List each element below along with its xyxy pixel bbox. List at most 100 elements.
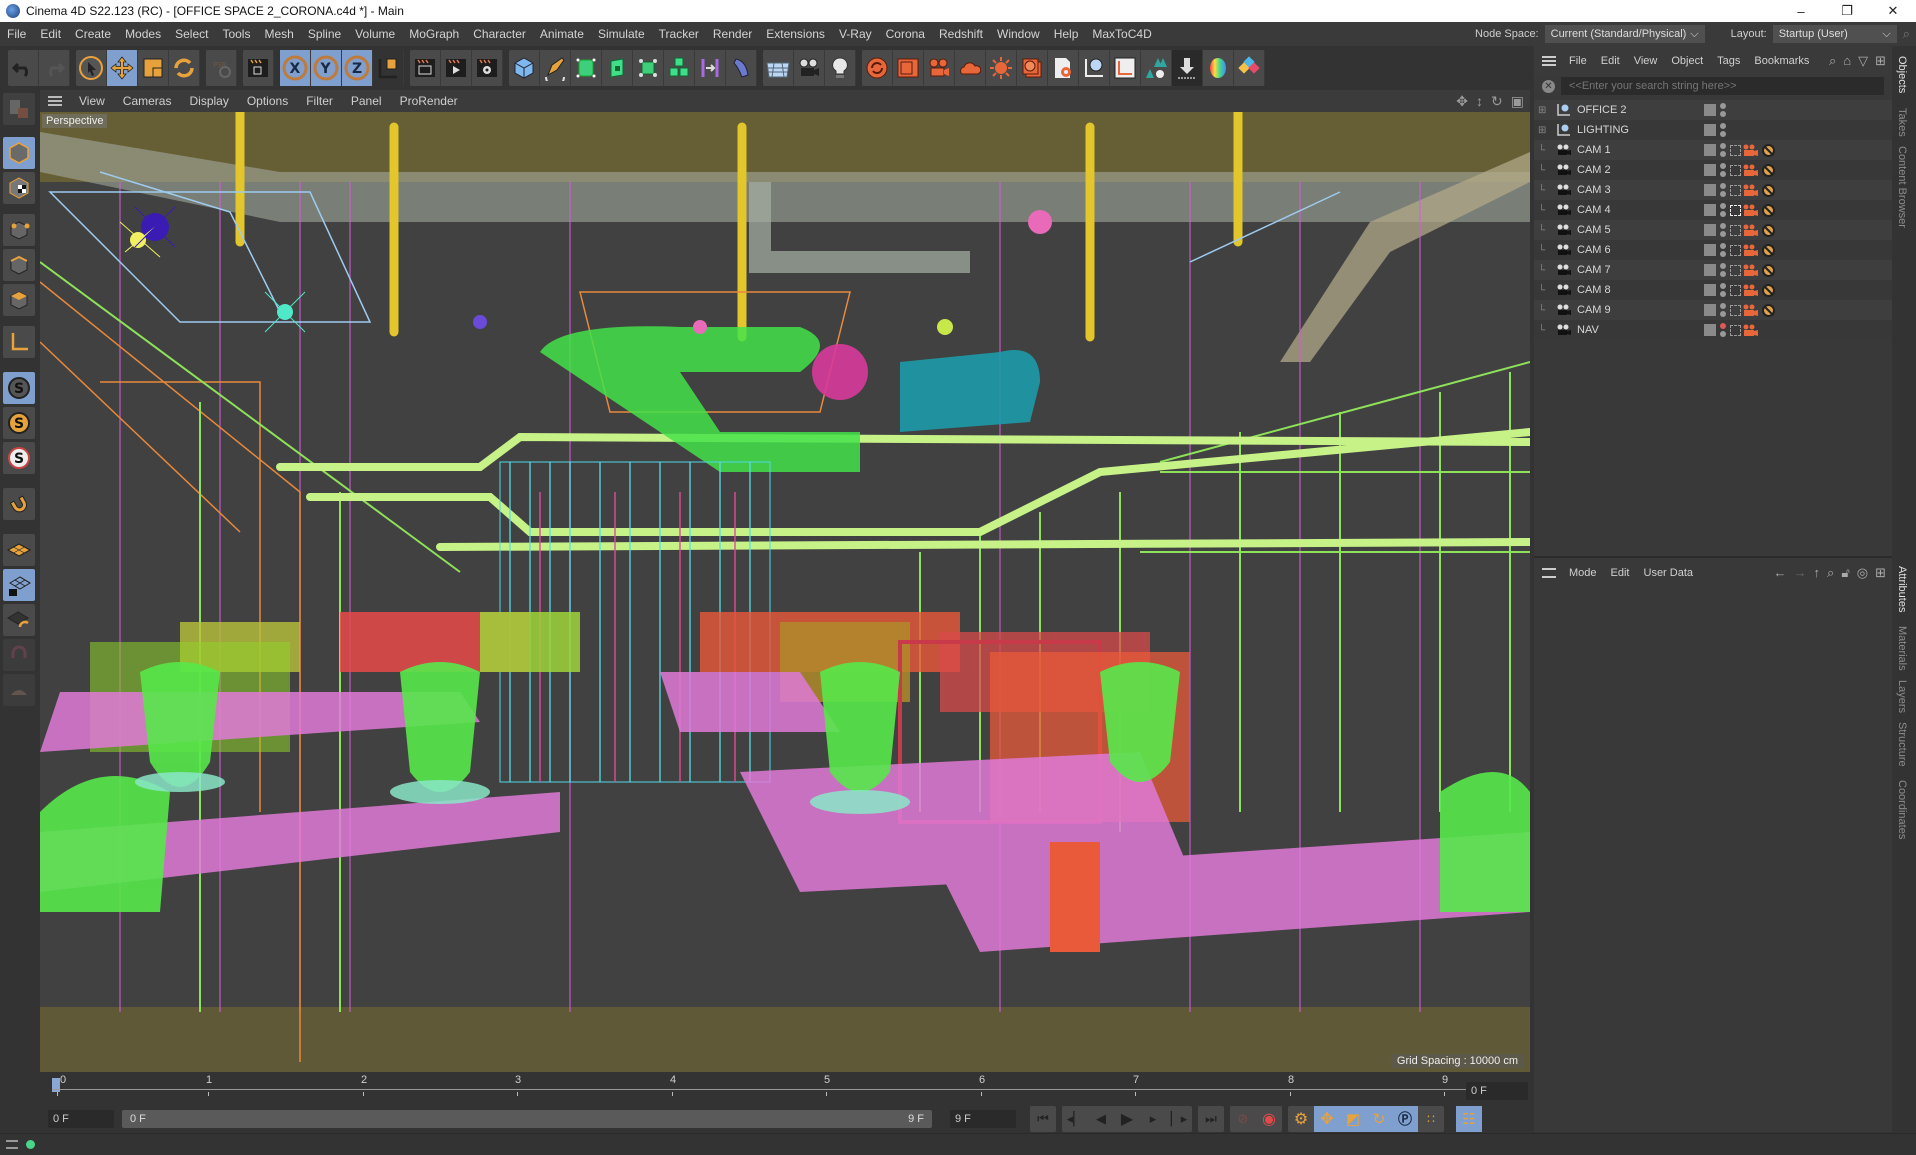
visibility-dots[interactable] [1720, 103, 1726, 117]
solo-single-button[interactable]: S [3, 407, 35, 439]
lock-icon[interactable]: 🔓︎ [1841, 565, 1849, 581]
visibility-dots[interactable] [1720, 143, 1726, 157]
layout-dropdown[interactable]: Startup (User) ⌵ [1772, 25, 1897, 43]
edges-mode-button[interactable] [3, 249, 35, 281]
workplane-button[interactable] [3, 534, 35, 566]
menu-select[interactable]: Select [168, 27, 215, 41]
tab-objects[interactable]: Objects [1896, 56, 1908, 93]
corona-camera-tag-icon[interactable] [1742, 204, 1759, 216]
coordinate-system-button[interactable] [373, 50, 404, 86]
param-key-button[interactable]: Ⓟ [1392, 1106, 1418, 1132]
restore-button[interactable]: ❐ [1824, 0, 1870, 22]
expand-toggle-icon[interactable]: ⊞ [1534, 125, 1556, 136]
corona-camera-tag-icon[interactable] [1742, 144, 1759, 156]
object-row-cam-6[interactable]: └ CAM 6 [1534, 240, 1892, 260]
object-manager-menu-icon[interactable] [1542, 56, 1556, 66]
home-icon[interactable]: ⌂ [1843, 53, 1851, 69]
am-menu-user-data[interactable]: User Data [1637, 567, 1701, 579]
corona-camera-tag-icon[interactable] [1742, 304, 1759, 316]
toggle-layout-icon[interactable]: ▣ [1511, 93, 1524, 110]
record-keys-button[interactable]: ⊘ [1230, 1106, 1256, 1132]
viewport-menu-icon[interactable] [48, 96, 62, 106]
attribute-manager-menu-icon[interactable] [1542, 568, 1556, 578]
menu-maxtoc4d[interactable]: MaxToC4D [1085, 27, 1158, 41]
previous-frame-button[interactable]: ◀ [1088, 1106, 1114, 1132]
corona-tools-button[interactable] [1110, 50, 1141, 86]
om-menu-view[interactable]: View [1627, 55, 1665, 67]
symmetry-button[interactable] [695, 50, 726, 86]
live-selection-button[interactable] [76, 50, 107, 86]
orbit-view-icon[interactable]: ↻ [1491, 93, 1503, 110]
menu-create[interactable]: Create [68, 27, 118, 41]
polygons-mode-button[interactable] [3, 284, 35, 316]
render-region-button[interactable] [243, 50, 274, 86]
protection-tag-icon[interactable] [1762, 203, 1775, 217]
end-frame-field[interactable]: 9 F [950, 1110, 1016, 1128]
node-space-dropdown[interactable]: Current (Standard/Physical) ⌵ [1544, 25, 1705, 43]
object-row-cam-1[interactable]: └ CAM 1 [1534, 140, 1892, 160]
enable-checkbox[interactable] [1704, 264, 1716, 276]
undo-button[interactable] [8, 50, 39, 86]
menu-corona[interactable]: Corona [879, 27, 932, 41]
om-menu-object[interactable]: Object [1664, 55, 1710, 67]
corona-camera-tag-icon[interactable] [1742, 164, 1759, 176]
snap-button[interactable] [3, 488, 35, 520]
move-key-button[interactable]: ✥ [1314, 1106, 1340, 1132]
menu-modes[interactable]: Modes [118, 27, 168, 41]
camera-activate-icon[interactable] [1730, 164, 1741, 176]
object-row-nav[interactable]: └ NAV [1534, 320, 1892, 340]
corona-camera-tag-icon[interactable] [1742, 264, 1759, 276]
tab-structure[interactable]: Structure [1896, 722, 1908, 767]
object-row-cam-7[interactable]: └ CAM 7 [1534, 260, 1892, 280]
mograph-button[interactable] [664, 50, 695, 86]
enable-checkbox[interactable] [1704, 204, 1716, 216]
scale-button[interactable] [138, 50, 169, 86]
viewport-menu-display[interactable]: Display [180, 94, 237, 108]
enable-checkbox[interactable] [1704, 144, 1716, 156]
points-mode-button[interactable] [3, 214, 35, 246]
camera-activate-icon[interactable] [1730, 264, 1741, 276]
new-panel-icon[interactable]: ⊞ [1875, 53, 1886, 69]
solo-off-button[interactable]: S [3, 372, 35, 404]
camera-activate-icon[interactable] [1730, 184, 1741, 196]
minimize-button[interactable]: – [1778, 0, 1824, 22]
menu-redshift[interactable]: Redshift [932, 27, 990, 41]
om-menu-file[interactable]: File [1562, 55, 1594, 67]
visibility-dots[interactable] [1720, 323, 1726, 337]
make-editable-button[interactable] [3, 93, 35, 125]
keyframe-selection-button[interactable]: ⚙ [1288, 1106, 1314, 1132]
color-button[interactable] [1203, 50, 1234, 86]
corona-camera-tag-icon[interactable] [1742, 244, 1759, 256]
target-icon[interactable]: ◎ [1857, 565, 1868, 581]
protection-tag-icon[interactable] [1762, 223, 1775, 237]
enable-checkbox[interactable] [1704, 184, 1716, 196]
visibility-dots[interactable] [1720, 223, 1726, 237]
render-to-picture-viewer-button[interactable] [441, 50, 472, 86]
enable-checkbox[interactable] [1704, 304, 1716, 316]
scatter-button[interactable] [1141, 50, 1172, 86]
scale-key-button[interactable]: ◩ [1340, 1106, 1366, 1132]
corona-camera-tag-icon[interactable] [1742, 184, 1759, 196]
floor-button[interactable] [763, 50, 794, 86]
move-button[interactable] [107, 50, 138, 86]
object-row-cam-5[interactable]: └ CAM 5 [1534, 220, 1892, 240]
protection-tag-icon[interactable] [1762, 243, 1775, 257]
search-icon[interactable]: ⌕ [1829, 53, 1836, 69]
forward-arrow-icon[interactable]: → [1794, 565, 1807, 581]
x-axis-lock-button[interactable]: X [280, 50, 311, 86]
om-menu-bookmarks[interactable]: Bookmarks [1747, 55, 1816, 67]
recent-tools-button[interactable]: PSR [206, 50, 237, 86]
corona-camera-tag-icon[interactable] [1742, 324, 1759, 336]
timeline-window-button[interactable]: ☷ [1456, 1106, 1482, 1132]
menu-animate[interactable]: Animate [533, 27, 591, 41]
menu-help[interactable]: Help [1047, 27, 1086, 41]
enable-checkbox[interactable] [1704, 284, 1716, 296]
filter-icon[interactable]: ▽ [1858, 53, 1868, 69]
camera-active-icon[interactable] [1730, 204, 1741, 216]
expand-toggle-icon[interactable]: ⊞ [1534, 105, 1556, 116]
next-frame-button[interactable]: ▸ [1140, 1106, 1166, 1132]
current-frame-field[interactable]: 0 F [1466, 1082, 1528, 1100]
model-mode-button[interactable] [3, 137, 35, 169]
protection-tag-icon[interactable] [1762, 183, 1775, 197]
menu-render[interactable]: Render [706, 27, 759, 41]
